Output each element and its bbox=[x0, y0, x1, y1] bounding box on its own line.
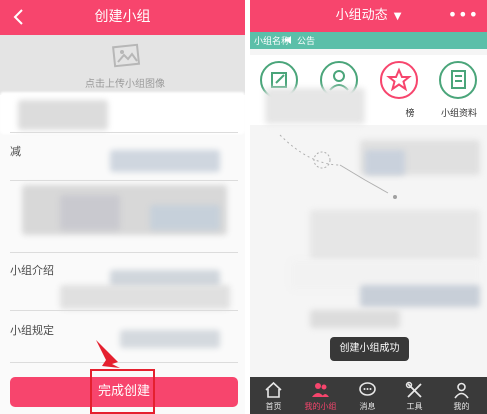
tab-messages[interactable]: 消息 bbox=[344, 377, 391, 414]
blurred-region bbox=[265, 88, 365, 124]
blurred-region bbox=[150, 205, 220, 230]
tools-icon bbox=[405, 381, 422, 398]
blurred-region bbox=[310, 210, 480, 260]
chat-icon bbox=[359, 382, 376, 396]
tab-my-groups[interactable]: 我的小组 bbox=[297, 377, 344, 414]
bottom-tabbar: 首页 我的小组 消息 工具 我的 bbox=[250, 377, 487, 414]
blurred-region bbox=[360, 285, 480, 307]
divider bbox=[10, 252, 238, 253]
tab-label: 工具 bbox=[406, 402, 423, 411]
group-intro-label: 小组介绍 bbox=[10, 264, 54, 277]
group-feed-header: 小组动态 ▼ ••• bbox=[250, 0, 487, 32]
field-label: 减 bbox=[10, 145, 21, 158]
group-feed-screen: 小组动态 ▼ ••• 小组名称 公告 榜 小组资料 创建小组成功 首页 我的小组… bbox=[250, 0, 487, 414]
document-icon[interactable] bbox=[439, 61, 477, 99]
home-icon bbox=[265, 381, 282, 398]
blurred-region bbox=[18, 100, 108, 130]
create-group-screen: 创建小组 点击上传小组图像 减 小组介绍 小组规定 完成创建 bbox=[0, 0, 245, 414]
blurred-region bbox=[60, 195, 120, 230]
group-icon bbox=[312, 383, 329, 397]
empty-state-illustration bbox=[279, 134, 397, 199]
tab-label: 我的 bbox=[453, 402, 470, 411]
blurred-region bbox=[120, 330, 220, 348]
page-title: 创建小组 bbox=[94, 9, 151, 25]
more-dots-icon[interactable]: ••• bbox=[448, 7, 479, 23]
tab-home[interactable]: 首页 bbox=[250, 377, 297, 414]
notice-bar[interactable]: 小组名称 公告 bbox=[250, 32, 487, 49]
quick-action-label: 榜 bbox=[405, 109, 415, 119]
divider bbox=[10, 362, 238, 363]
user-icon bbox=[454, 382, 469, 399]
group-rules-label: 小组规定 bbox=[10, 324, 54, 337]
tab-tools[interactable]: 工具 bbox=[391, 377, 438, 414]
notice-label: 公告 bbox=[297, 37, 316, 47]
create-group-header: 创建小组 bbox=[0, 0, 245, 35]
tab-label: 消息 bbox=[359, 402, 376, 411]
divider bbox=[10, 310, 238, 311]
chevron-down-icon: ▼ bbox=[393, 11, 402, 22]
blurred-region bbox=[310, 310, 400, 328]
highlight-frame bbox=[90, 369, 155, 414]
page-title: 小组动态 bbox=[335, 8, 388, 23]
divider bbox=[10, 180, 238, 181]
tab-label: 我的小组 bbox=[304, 402, 337, 411]
blurred-region bbox=[110, 150, 220, 172]
speaker-icon bbox=[285, 36, 291, 44]
toast-message: 创建小组成功 bbox=[330, 337, 409, 361]
blurred-region bbox=[60, 285, 230, 309]
divider bbox=[10, 132, 238, 133]
photo-icon[interactable] bbox=[112, 43, 142, 69]
quick-action-label: 小组资料 bbox=[440, 109, 477, 119]
tab-profile[interactable]: 我的 bbox=[438, 377, 485, 414]
annotation-arrow bbox=[96, 340, 120, 368]
tab-label: 首页 bbox=[265, 402, 282, 411]
upload-hint: 点击上传小组图像 bbox=[85, 79, 165, 90]
star-icon[interactable] bbox=[380, 61, 418, 99]
